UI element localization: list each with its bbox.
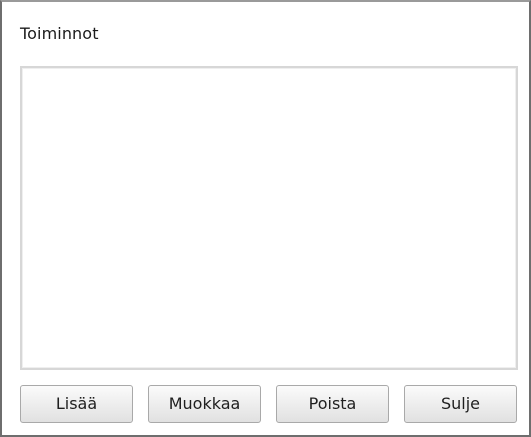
delete-button[interactable]: Poista [276, 385, 389, 423]
close-button[interactable]: Sulje [404, 385, 517, 423]
section-title: Toiminnot [20, 24, 99, 43]
edit-button[interactable]: Muokkaa [148, 385, 261, 423]
actions-list[interactable] [20, 66, 518, 370]
add-button[interactable]: Lisää [20, 385, 133, 423]
dialog-window: Toiminnot Lisää Muokkaa Poista Sulje [0, 0, 531, 437]
